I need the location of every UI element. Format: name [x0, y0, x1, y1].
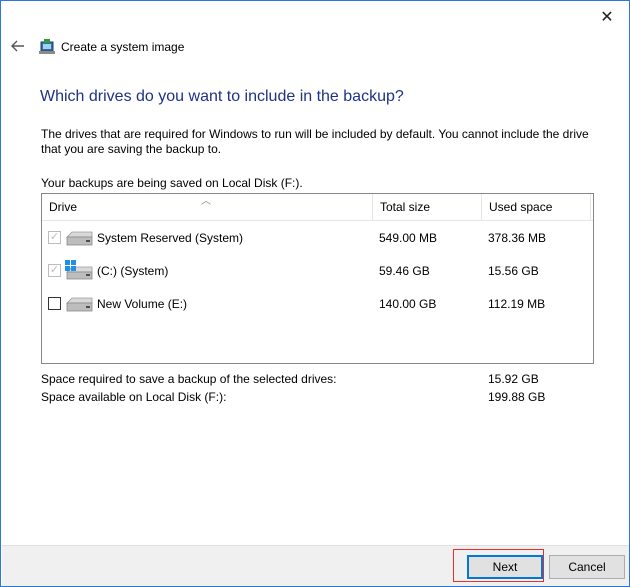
drive-list[interactable]: Drive ︿ Total size Used space ✓ System R…: [41, 193, 594, 364]
close-button[interactable]: ✕: [593, 5, 621, 29]
backup-destination-text: Your backups are being saved on Local Di…: [41, 176, 303, 190]
description-text: The drives that are required for Windows…: [41, 127, 589, 156]
back-arrow-icon: [11, 40, 24, 52]
drive-row[interactable]: ✓ (C:) (System) 59.46 GB 15.56 GB: [42, 260, 593, 282]
close-icon: ✕: [600, 9, 614, 26]
hdd-icon: [66, 231, 93, 246]
windows-drive-icon: [65, 260, 93, 280]
hdd-icon: [66, 297, 93, 312]
space-available-label: Space available on Local Disk (F:):: [41, 390, 227, 404]
drive-used-space: 378.36 MB: [488, 231, 547, 245]
drive-checkbox: ✓: [48, 231, 61, 244]
space-required-label: Space required to save a backup of the s…: [41, 372, 337, 386]
drive-name: (C:) (System): [97, 264, 169, 278]
drive-total-size: 59.46 GB: [379, 264, 430, 278]
column-header-drive[interactable]: Drive ︿: [42, 194, 373, 221]
cancel-button[interactable]: Cancel: [549, 555, 625, 579]
back-button[interactable]: [9, 37, 27, 55]
drive-name: New Volume (E:): [97, 297, 188, 311]
sort-ascending-icon: ︿: [201, 196, 211, 207]
create-system-image-window: ✕ Create a system image Which drives do …: [0, 0, 630, 587]
drive-used-space: 112.19 MB: [488, 297, 546, 311]
drive-list-header: Drive ︿ Total size Used space: [42, 194, 593, 221]
drive-used-space: 15.56 GB: [488, 264, 539, 278]
column-header-used-space[interactable]: Used space: [482, 194, 591, 221]
drive-checkbox: ✓: [48, 264, 61, 277]
drive-checkbox[interactable]: [48, 297, 61, 310]
drive-row[interactable]: New Volume (E:) 140.00 GB 112.19 MB: [42, 293, 593, 315]
next-button-highlight: [453, 549, 544, 582]
window-title: Create a system image: [61, 40, 185, 54]
space-available-value: 199.88 GB: [488, 390, 546, 404]
drive-total-size: 549.00 MB: [379, 231, 438, 245]
drive-total-size: 140.00 GB: [379, 297, 437, 311]
drive-row[interactable]: ✓ System Reserved (System) 549.00 MB 378…: [42, 227, 593, 249]
system-image-icon: [39, 39, 55, 54]
space-required-value: 15.92 GB: [488, 372, 539, 386]
column-header-total-size[interactable]: Total size: [373, 194, 482, 221]
drive-name: System Reserved (System): [97, 231, 244, 245]
page-heading: Which drives do you want to include in t…: [40, 88, 404, 105]
